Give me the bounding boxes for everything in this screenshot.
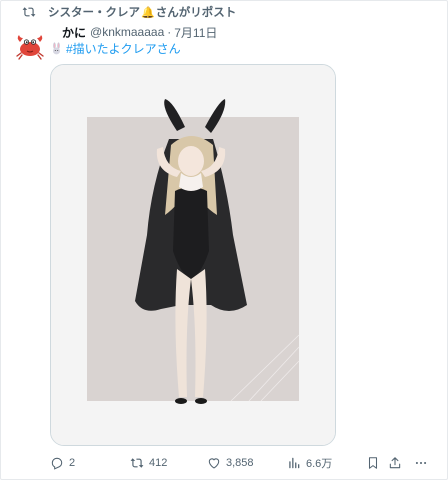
heart-icon [208,458,220,469]
separator-dot: · [167,25,172,39]
media-card[interactable] [50,64,336,446]
bell-icon: 🔔 [141,6,155,19]
crab-avatar[interactable] [12,28,48,64]
bunny-icon [53,41,60,54]
reposter-name[interactable]: シスター・クレア [48,4,140,20]
analytics-icon [289,457,300,469]
author-name[interactable]: かに [62,24,86,41]
author-handle[interactable]: @knkmaaaaa [90,25,164,39]
action-bar: 2 412 3,858 6.6万 [0,452,448,474]
reply-count: 2 [69,457,76,469]
more-icon [415,461,427,465]
share-icon [389,457,401,469]
repost-suffix: さんがリポスト [155,7,237,19]
repost-icon [22,7,36,17]
illustration-image [51,65,335,445]
like-count: 3,858 [226,457,254,469]
repost-icon [130,458,144,468]
bookmark-icon [368,457,378,469]
repost-indicator[interactable]: シスター・クレア 🔔 さんがリポスト [22,4,236,20]
views-button[interactable]: 6.6万 [287,455,332,471]
repost-count: 412 [149,457,168,469]
like-button[interactable]: 3,858 [207,455,254,471]
share-button[interactable] [388,455,402,471]
bookmark-button[interactable] [366,455,380,471]
repost-button[interactable]: 412 [130,455,167,471]
reply-button[interactable]: 2 [50,455,75,471]
post-date[interactable]: 7月11日 [174,24,217,41]
view-count: 6.6万 [306,458,333,470]
post-text: #描いたよクレアさん [50,40,181,56]
post-header: かに @knkmaaaaa · 7月11日 [62,24,217,40]
more-button[interactable] [414,455,428,471]
hashtag-link[interactable]: #描いたよクレアさん [66,40,181,57]
reply-icon [51,457,63,470]
